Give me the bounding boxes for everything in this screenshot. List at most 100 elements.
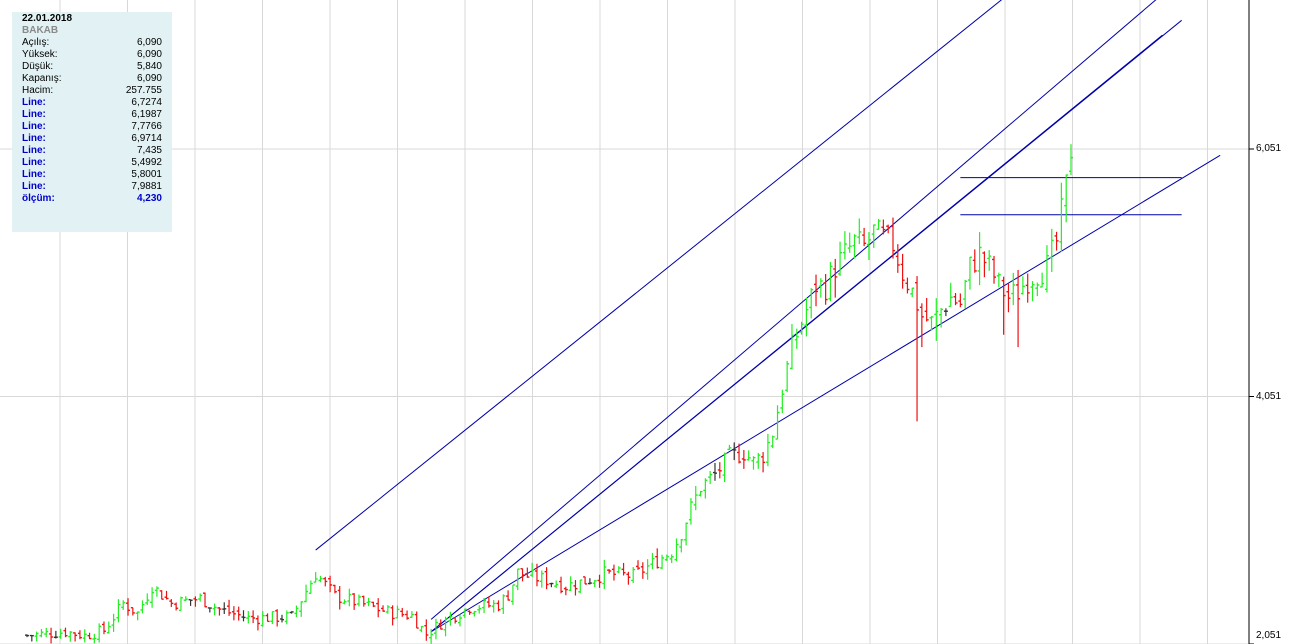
price-bar bbox=[967, 256, 972, 290]
price-bar bbox=[597, 574, 602, 588]
price-bar bbox=[260, 610, 265, 627]
info-row-value: 6,9714 bbox=[131, 133, 162, 144]
info-row-label: Düşük: bbox=[22, 61, 54, 72]
info-row-value: 6,090 bbox=[136, 37, 162, 48]
info-row-value: 257.755 bbox=[125, 85, 162, 96]
info-row-label: Hacim: bbox=[22, 85, 54, 96]
price-bar bbox=[34, 631, 39, 642]
price-bar bbox=[159, 590, 164, 600]
price-bar bbox=[39, 628, 44, 638]
info-row: Hacim: 257.755 bbox=[22, 85, 162, 97]
price-bar bbox=[385, 605, 390, 614]
info-row-value: 5,4992 bbox=[131, 157, 162, 168]
info-row-label: Line: bbox=[22, 97, 46, 108]
price-bar bbox=[164, 590, 169, 600]
price-bar bbox=[539, 570, 544, 588]
price-bar bbox=[246, 610, 251, 624]
price-bar bbox=[371, 601, 376, 608]
price-bar bbox=[751, 456, 756, 470]
price-bar bbox=[49, 627, 54, 644]
price-bar bbox=[337, 585, 342, 610]
price-bar bbox=[823, 274, 828, 305]
price-bar bbox=[313, 572, 318, 583]
info-row-label: Line: bbox=[22, 157, 46, 168]
price-bar bbox=[304, 584, 309, 603]
price-bar bbox=[25, 634, 29, 638]
price-bar bbox=[1059, 182, 1064, 252]
price-bar bbox=[842, 231, 847, 260]
price-bar bbox=[106, 621, 111, 634]
price-bar bbox=[73, 632, 78, 642]
price-bar bbox=[664, 554, 669, 562]
price-bar bbox=[116, 599, 121, 623]
price-bar bbox=[178, 596, 183, 612]
price-bar bbox=[554, 580, 559, 588]
price-bar bbox=[905, 277, 910, 294]
price-bar bbox=[501, 594, 506, 614]
price-bars bbox=[25, 144, 1073, 644]
price-bar bbox=[573, 580, 578, 596]
price-bar bbox=[453, 617, 458, 624]
price-bar bbox=[1016, 269, 1021, 348]
info-row-value: 4,230 bbox=[136, 193, 162, 204]
price-bar bbox=[578, 579, 583, 594]
price-bar bbox=[212, 603, 217, 616]
price-bar bbox=[684, 522, 689, 546]
price-bar bbox=[621, 562, 626, 576]
price-bar bbox=[318, 575, 323, 583]
info-row-label: Line: bbox=[22, 121, 46, 132]
info-row-value: 7,435 bbox=[136, 145, 162, 156]
price-bar bbox=[255, 615, 260, 631]
price-bar bbox=[640, 562, 645, 579]
price-bar bbox=[607, 569, 612, 574]
info-row-value: 5,840 bbox=[136, 61, 162, 72]
price-bar bbox=[457, 614, 462, 627]
price-bar bbox=[352, 593, 357, 610]
info-row-value: 6,090 bbox=[136, 49, 162, 60]
info-row: Line: 5,4992 bbox=[22, 157, 162, 169]
price-bar bbox=[520, 568, 525, 582]
price-bar bbox=[217, 607, 222, 616]
price-bar bbox=[660, 554, 665, 570]
price-bar bbox=[150, 587, 155, 608]
price-bar bbox=[688, 498, 693, 525]
price-bar bbox=[193, 596, 198, 607]
price-bar bbox=[669, 554, 674, 564]
price-bar bbox=[948, 282, 953, 308]
price-bar bbox=[963, 279, 968, 309]
info-row-value: 7,9881 bbox=[131, 181, 162, 192]
price-bar bbox=[602, 559, 607, 589]
price-bar bbox=[919, 303, 924, 348]
price-bar bbox=[770, 435, 775, 449]
price-bar bbox=[693, 485, 698, 511]
price-bar bbox=[789, 324, 794, 370]
info-row-label: Line: bbox=[22, 109, 46, 120]
price-bar bbox=[568, 576, 573, 591]
price-bar bbox=[203, 592, 208, 608]
price-bar bbox=[44, 627, 49, 638]
price-bar bbox=[1049, 228, 1054, 273]
price-bar bbox=[409, 611, 414, 618]
info-row-label: Açılış: bbox=[22, 37, 50, 48]
price-bar bbox=[405, 610, 410, 620]
price-bar bbox=[241, 610, 246, 622]
stock-chart[interactable]: 6,051 4,051 2,051 22.01.2018 BAKAB Açılış:… bbox=[0, 0, 1303, 644]
price-bar bbox=[97, 623, 102, 643]
info-row-label: ölçüm: bbox=[22, 193, 55, 204]
price-bar bbox=[857, 218, 862, 245]
price-bar bbox=[679, 538, 684, 553]
chart-canvas[interactable] bbox=[0, 0, 1303, 644]
price-bar bbox=[727, 444, 732, 451]
price-bar bbox=[506, 590, 511, 601]
trendlines[interactable] bbox=[315, 0, 1221, 633]
price-bar bbox=[443, 616, 448, 637]
price-bar bbox=[294, 605, 299, 618]
price-bar bbox=[1040, 272, 1045, 288]
info-row: Line: 6,9714 bbox=[22, 133, 162, 145]
price-bar bbox=[996, 272, 1001, 288]
price-bar bbox=[943, 308, 948, 317]
price-bar bbox=[549, 582, 554, 588]
price-bar bbox=[510, 584, 515, 605]
price-bar bbox=[323, 576, 328, 587]
price-bar bbox=[198, 593, 203, 602]
